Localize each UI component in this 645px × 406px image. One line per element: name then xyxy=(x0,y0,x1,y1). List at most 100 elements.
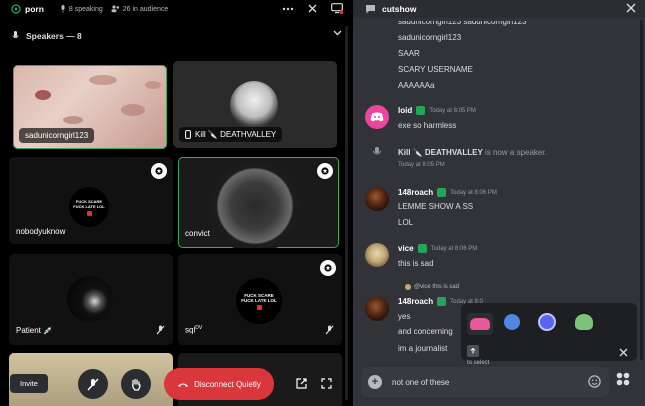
chat-bubble-icon xyxy=(366,5,375,14)
avatar[interactable] xyxy=(365,187,389,211)
channel-title: porn xyxy=(11,4,44,14)
sticker-option[interactable] xyxy=(467,313,493,335)
avatar-text: FUCK SCARE FUCK LATE LOL xyxy=(73,198,105,209)
avatar xyxy=(208,159,302,248)
sticker-nav-up-button[interactable] xyxy=(467,345,479,357)
message-line: sadunicorngirl123 sadunicorngirl123 xyxy=(398,17,527,26)
speaker-badge-icon xyxy=(417,244,427,253)
tile-name-label: Patient 💉 xyxy=(16,326,54,335)
stage-panel: porn 8 speaking 26 in audience Speakers … xyxy=(0,0,353,406)
speaker-badge-icon xyxy=(437,188,447,197)
screen-share-icon[interactable] xyxy=(331,3,343,14)
speaker-tile[interactable]: Kill 🔪 DEATHVALLEY xyxy=(173,61,337,148)
audience-count: 26 in audience xyxy=(111,5,168,13)
arrow-up-icon xyxy=(470,348,476,354)
popout-icon[interactable] xyxy=(296,378,307,389)
app-root: porn 8 speaking 26 in audience Speakers … xyxy=(0,0,645,406)
stage-scrollbar[interactable] xyxy=(345,26,348,400)
apps-grid-icon[interactable] xyxy=(616,372,630,386)
tile-name-label: nobodyuknow xyxy=(16,227,66,236)
mic-icon xyxy=(12,31,19,39)
tile-name-label: sadunicorngirl123 xyxy=(19,128,95,143)
message-input[interactable]: not one of these xyxy=(392,378,449,387)
avatar[interactable] xyxy=(365,105,389,129)
avatar xyxy=(230,81,278,129)
message-line: LEMME SHOW A SS xyxy=(398,202,474,211)
message-timestamp: Today at 8:06 PM xyxy=(450,189,497,196)
message-line: AAAAAAa xyxy=(398,81,435,90)
avatar-text: FUCK SCARE FUCK LATE LOL xyxy=(241,292,277,303)
speaker-tile[interactable]: FUCK SCARE FUCK LATE LOL nobodyuknow xyxy=(9,157,173,244)
speaker-tile[interactable]: Patient 💉 xyxy=(9,254,173,345)
sticker-option[interactable] xyxy=(573,311,595,333)
message-timestamp: Today at 8:06 PM xyxy=(430,245,478,252)
avatar[interactable] xyxy=(365,243,389,267)
message-line: SAAR xyxy=(398,49,420,58)
message-timestamp: Today at 8:05 PM xyxy=(429,107,476,114)
fullscreen-icon[interactable] xyxy=(321,378,332,389)
message-line: im a journalist xyxy=(398,344,448,353)
avatar[interactable] xyxy=(365,297,389,321)
raise-hand-button[interactable] xyxy=(121,369,151,399)
message-line: exe so harmless xyxy=(398,121,457,130)
close-icon[interactable] xyxy=(626,3,636,13)
people-icon xyxy=(111,5,119,13)
speaker-tile[interactable]: FUCK SCARE FUCK LATE LOL sqlDV xyxy=(178,254,342,345)
sticker-option[interactable] xyxy=(536,311,558,333)
chat-panel: cutshow sadunicorngirl123 sadunicorngirl… xyxy=(353,0,645,406)
phone-hangup-icon xyxy=(178,383,189,387)
sticker-hint: to select xyxy=(467,360,490,366)
add-attachment-button[interactable]: + xyxy=(368,375,382,389)
close-icon[interactable] xyxy=(619,348,628,357)
speaking-count: 8 speaking xyxy=(60,5,103,13)
chat-title: cutshow xyxy=(382,4,417,14)
message-timestamp: Today at 8:05 PM xyxy=(398,162,445,168)
speaker-badge-icon xyxy=(320,260,336,276)
message-author[interactable]: 148roach Today at 8:06 PM xyxy=(398,188,497,197)
invite-button[interactable]: Invite xyxy=(10,374,48,393)
tile-name-label: Kill 🔪 DEATHVALLEY xyxy=(179,127,283,142)
tile-name-superscript: DV xyxy=(195,325,203,332)
speaker-badge-icon xyxy=(151,163,167,179)
speakers-header-label: Speakers — 8 xyxy=(26,31,82,41)
message-line: LOL xyxy=(398,218,414,227)
avatar xyxy=(67,276,113,322)
avatar: FUCK SCARE FUCK LATE LOL xyxy=(236,278,282,324)
message-author[interactable]: loid Today at 8:05 PM xyxy=(398,106,476,115)
reply-reference[interactable]: @vice this is sad xyxy=(405,284,459,290)
more-options-icon[interactable] xyxy=(282,7,294,11)
speaker-tile[interactable]: sadunicorngirl123 xyxy=(13,65,167,149)
emoji-icon[interactable] xyxy=(588,375,601,388)
discord-logo-icon xyxy=(370,112,384,122)
chat-scrollbar[interactable] xyxy=(640,20,643,360)
mic-icon xyxy=(61,5,65,13)
mic-muted-icon xyxy=(87,378,99,390)
close-icon[interactable] xyxy=(308,4,317,13)
speaker-badge-icon xyxy=(317,163,333,179)
message-line: and concerning xyxy=(398,327,453,336)
message-line: this is sad xyxy=(398,259,434,268)
message-line: yes xyxy=(398,312,411,321)
speaker-badge-icon xyxy=(416,106,426,115)
message-author[interactable]: vice Today at 8:06 PM xyxy=(398,244,477,253)
avatar: FUCK SCARE FUCK LATE LOL xyxy=(69,187,109,227)
message-line: sadunicorngirl123 xyxy=(398,33,462,42)
speaker-tile[interactable]: convict xyxy=(178,157,339,248)
stage-topbar: porn 8 speaking 26 in audience xyxy=(0,0,353,18)
phone-icon xyxy=(185,130,191,139)
system-message: Kill 🔪 DEATHVALLEY is now a speaker. xyxy=(398,148,547,157)
mic-muted-icon xyxy=(325,325,334,335)
stage-speaker-icon xyxy=(372,147,382,155)
tile-name-label: convict xyxy=(185,229,210,238)
sticker-option[interactable] xyxy=(501,311,523,333)
mute-toggle-button[interactable] xyxy=(78,369,108,399)
sticker-suggestions-popup xyxy=(461,303,637,361)
disconnect-button[interactable]: Disconnect Quietly xyxy=(164,368,274,400)
speakers-section-header[interactable]: Speakers — 8 xyxy=(12,30,342,41)
hand-icon xyxy=(132,378,141,391)
chevron-down-icon[interactable] xyxy=(333,30,342,36)
chat-header: cutshow xyxy=(353,0,645,18)
topbar-actions xyxy=(282,3,343,14)
message-composer[interactable]: + not one of these xyxy=(361,367,609,397)
channel-name: porn xyxy=(25,4,44,14)
